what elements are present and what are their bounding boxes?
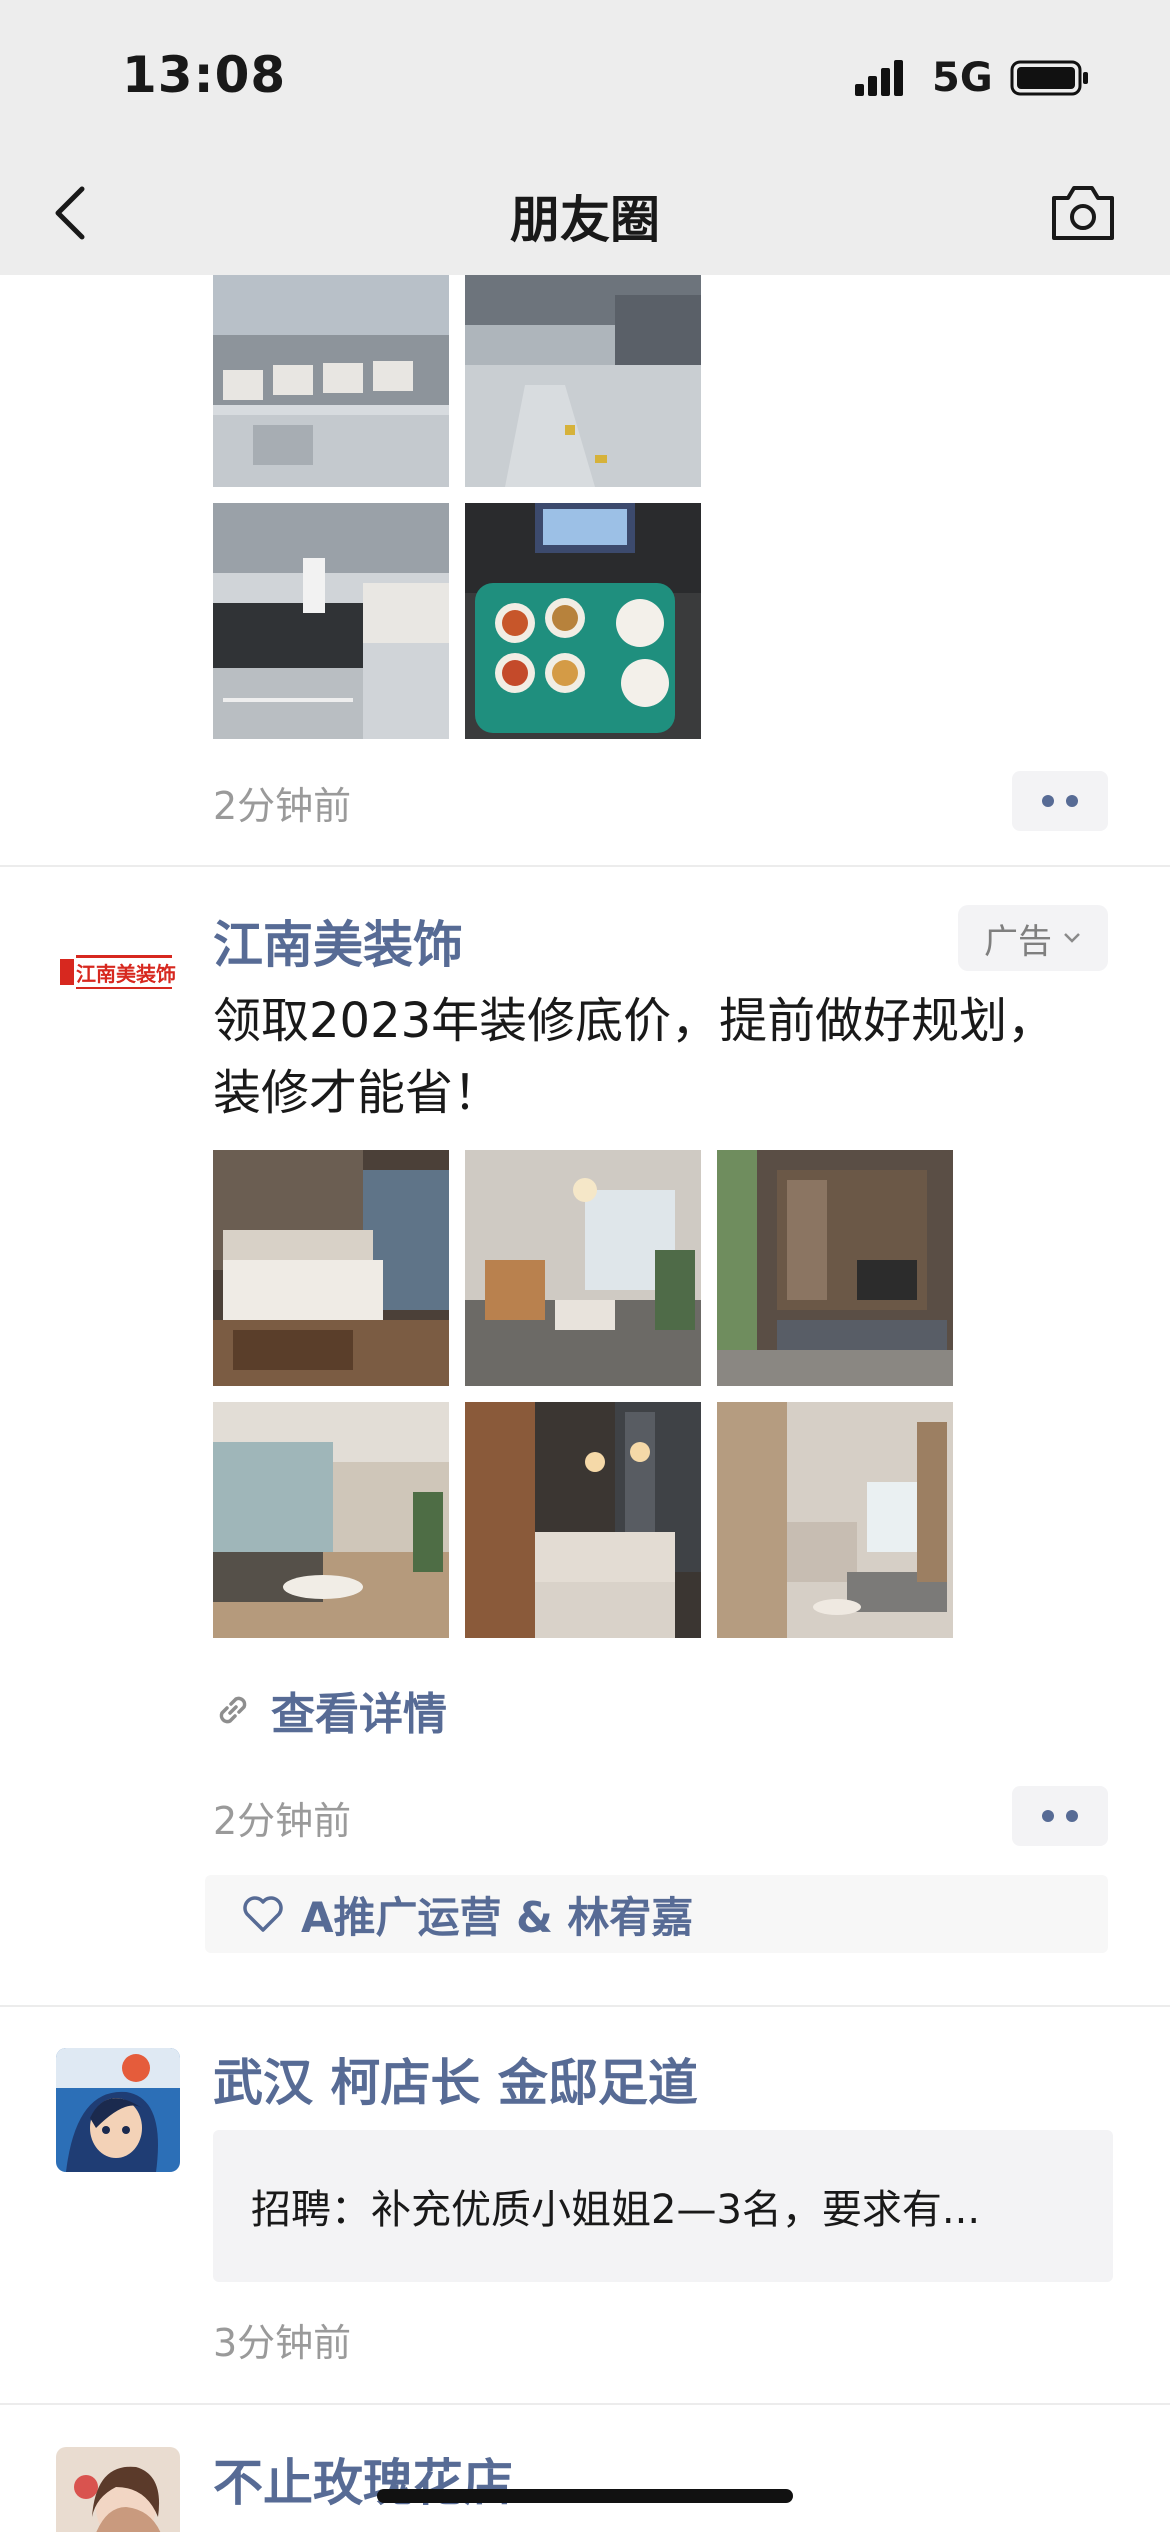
post-timestamp: 2分钟前	[213, 1799, 352, 1843]
post-timestamp: 3分钟前	[213, 2321, 352, 2365]
post-photo[interactable]	[465, 503, 701, 739]
ad-badge[interactable]: 广告	[958, 905, 1108, 971]
view-details-label: 查看详情	[271, 1689, 447, 1740]
view-details-link[interactable]: 查看详情	[213, 1675, 447, 1745]
post-nickname[interactable]: 江南美装饰	[213, 905, 463, 977]
chevron-down-icon	[1064, 933, 1080, 943]
post-photo[interactable]	[213, 1150, 449, 1386]
post-photo[interactable]	[213, 275, 449, 487]
heart-icon	[243, 1896, 283, 1932]
post-photo[interactable]	[465, 275, 701, 487]
moments-feed[interactable]: 2分钟前 江南美装饰 江南美装饰 广告 领取2023年装修底价，提前做好规划，装…	[0, 275, 1170, 2532]
home-indicator[interactable]	[377, 2489, 793, 2503]
avatar[interactable]	[56, 2447, 180, 2532]
likes-names[interactable]: A推广运营 & 林宥嘉	[301, 1884, 693, 1945]
status-bar: 13:08 5G	[0, 0, 1170, 150]
nav-bar: 朋友圈	[0, 150, 1170, 275]
post-photo[interactable]	[213, 503, 449, 739]
signal-icon	[855, 60, 903, 96]
post-divider	[0, 865, 1170, 867]
post-text: 领取2023年装修底价，提前做好规划，装修才能省！	[213, 993, 1056, 1121]
post-photo[interactable]	[465, 1150, 701, 1386]
post-nickname[interactable]: 不止玫瑰花店	[213, 2443, 513, 2515]
dot-icon	[1066, 795, 1078, 807]
network-type: 5G	[932, 55, 993, 101]
shared-link-text: 招聘：补充优质小姐姐2—3名，要求有...	[251, 2187, 981, 2233]
post-nickname[interactable]: 武汉 柯店长 金邸足道	[213, 2043, 698, 2115]
camera-icon[interactable]	[1048, 180, 1118, 246]
dot-icon	[1042, 795, 1054, 807]
brand-logo-text: 江南美装饰	[76, 962, 176, 986]
link-icon	[219, 1696, 247, 1724]
post-divider	[0, 2005, 1170, 2007]
more-button[interactable]	[1012, 771, 1108, 831]
post-photo[interactable]	[717, 1150, 953, 1386]
avatar[interactable]	[56, 2048, 180, 2172]
shared-link-card[interactable]: 招聘：补充优质小姐姐2—3名，要求有...	[213, 2130, 1113, 2282]
post-photo[interactable]	[465, 1402, 701, 1638]
ad-label: 广告	[984, 921, 1052, 962]
more-button[interactable]	[1012, 1786, 1108, 1846]
post-photo[interactable]	[213, 1402, 449, 1638]
status-time: 13:08	[122, 46, 287, 104]
post-divider	[0, 2403, 1170, 2405]
page-title: 朋友圈	[510, 191, 660, 249]
likes-bar: A推广运营 & 林宥嘉	[205, 1875, 1108, 1953]
dot-icon	[1042, 1810, 1054, 1822]
post-timestamp: 2分钟前	[213, 784, 352, 828]
battery-icon	[1010, 60, 1088, 96]
post-photo[interactable]	[717, 1402, 953, 1638]
dot-icon	[1066, 1810, 1078, 1822]
avatar[interactable]: 江南美装饰	[56, 909, 180, 1033]
